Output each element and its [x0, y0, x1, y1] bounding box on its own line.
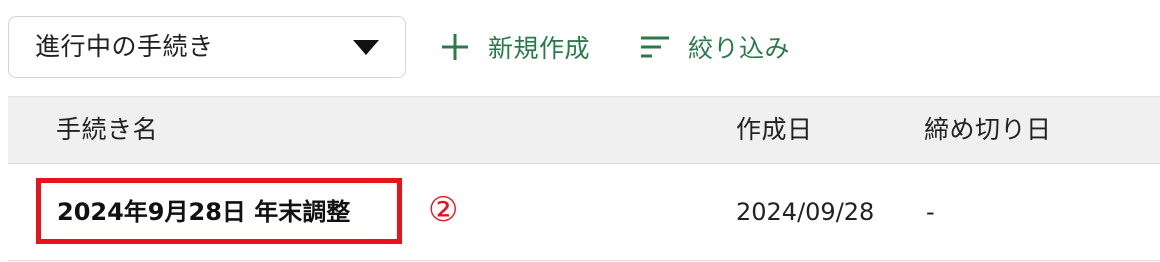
column-header-deadline[interactable]: 締め切り日 — [924, 97, 1052, 163]
filter-button[interactable]: 絞り込み — [640, 16, 790, 78]
column-header-created[interactable]: 作成日 — [736, 97, 813, 163]
annotation-marker: ② — [428, 190, 459, 230]
procedures-table: 手続き名 作成日 締め切り日 2024年9月28日 年末調整 ② 2024/09… — [8, 96, 1160, 261]
status-filter-select[interactable]: 進行中の手続き — [8, 16, 406, 78]
filter-lines-icon — [641, 36, 669, 58]
created-date-cell: 2024/09/28 — [736, 198, 875, 226]
filter-label: 絞り込み — [688, 34, 791, 63]
plus-icon — [442, 34, 468, 60]
new-procedure-label: 新規作成 — [488, 34, 591, 63]
new-procedure-button[interactable]: 新規作成 — [440, 16, 590, 78]
toolbar: 進行中の手続き 新規作成 絞り込み — [0, 0, 1160, 96]
column-header-name[interactable]: 手続き名 — [56, 97, 158, 163]
table-header: 手続き名 作成日 締め切り日 — [8, 96, 1160, 164]
table-row[interactable]: 2024年9月28日 年末調整 ② 2024/09/28 - — [8, 164, 1160, 261]
triangle-down-icon — [353, 40, 379, 55]
deadline-cell: - — [926, 198, 935, 226]
procedure-name-link[interactable]: 2024年9月28日 年末調整 — [57, 164, 350, 260]
status-filter-value: 進行中の手続き — [35, 32, 214, 61]
